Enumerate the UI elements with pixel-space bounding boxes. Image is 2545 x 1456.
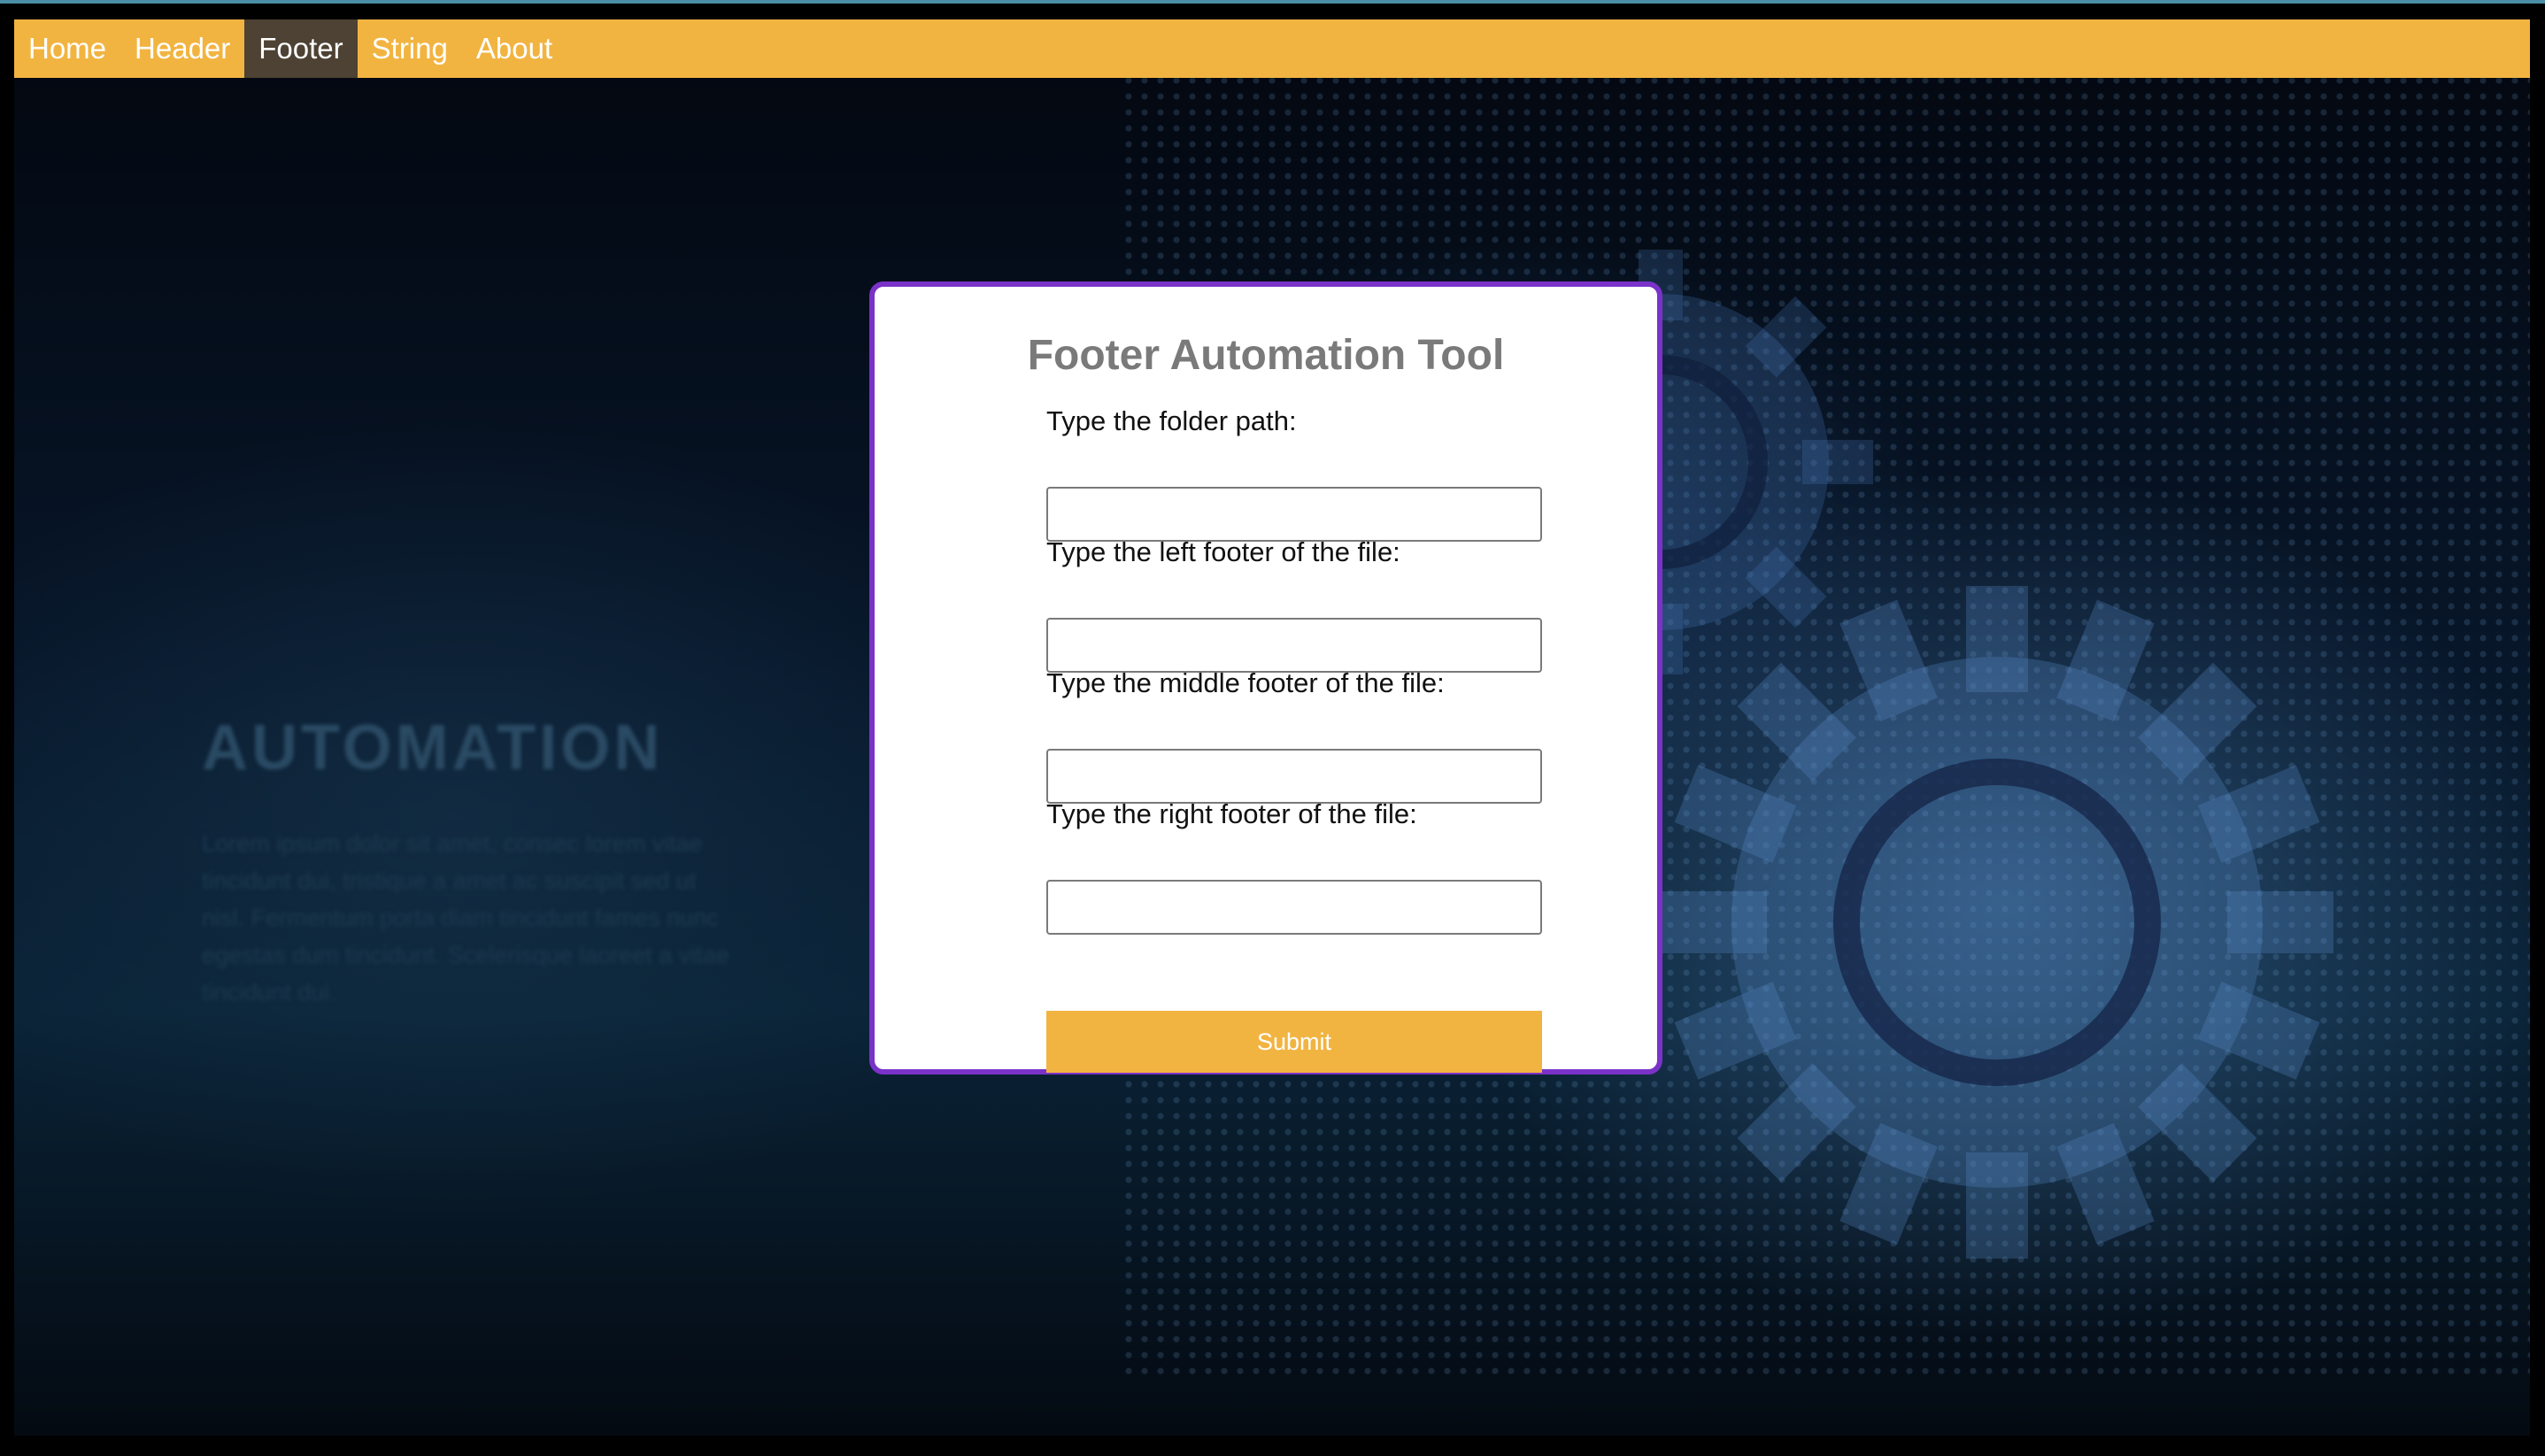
background-paragraph: Lorem ipsum dolor sit amet, consec lorem… [202,830,729,1005]
form-card: Footer Automation Tool Type the folder p… [869,281,1662,1075]
nav-string[interactable]: String [358,19,462,78]
right-footer-label: Type the right footer of the file: [1046,798,1417,829]
window-top-edge [0,0,2545,4]
top-navbar: Home Header Footer String About [14,19,2530,78]
background-headline: AUTOMATION [202,713,664,783]
form-title: Footer Automation Tool [1027,332,1505,379]
middle-footer-input[interactable] [1046,749,1542,804]
nav-home[interactable]: Home [14,19,120,78]
nav-header[interactable]: Header [120,19,244,78]
page-viewport: AUTOMATION Lorem ipsum dolor sit amet, c… [14,19,2530,1436]
submit-button[interactable]: Submit [1046,1011,1542,1073]
nav-footer[interactable]: Footer [244,19,358,78]
folder-path-label: Type the folder path: [1046,405,1297,436]
nav-about[interactable]: About [462,19,567,78]
folder-path-input[interactable] [1046,487,1542,542]
left-footer-label: Type the left footer of the file: [1046,536,1400,567]
right-footer-input[interactable] [1046,880,1542,935]
middle-footer-label: Type the middle footer of the file: [1046,667,1445,698]
left-footer-input[interactable] [1046,618,1542,673]
